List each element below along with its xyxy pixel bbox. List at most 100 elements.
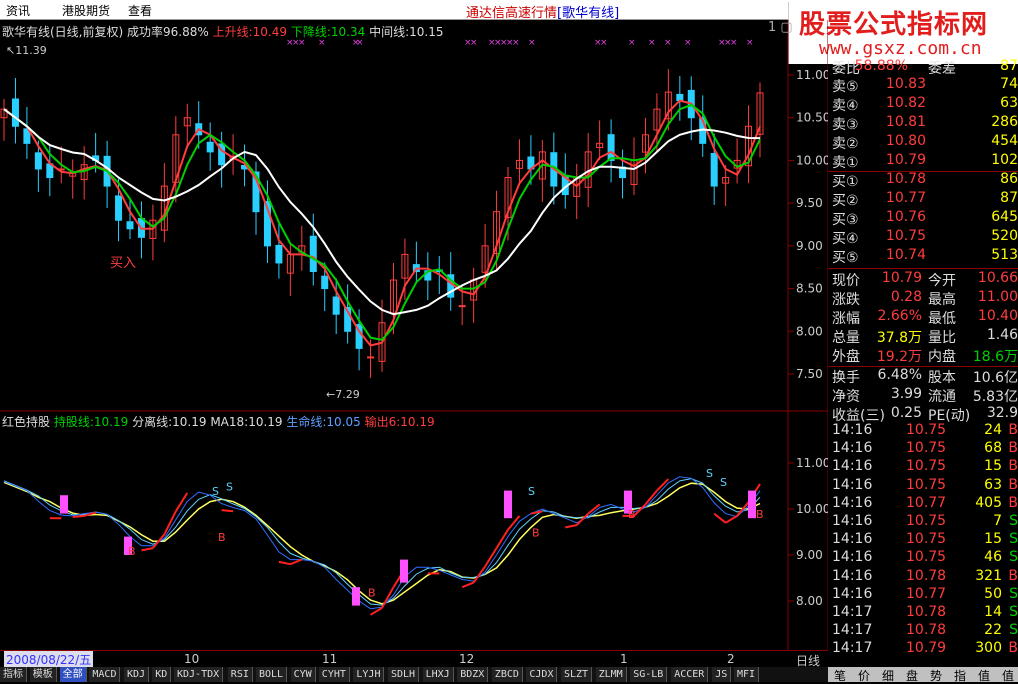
high-price-marker: ↖11.39 [6, 44, 47, 57]
right-panel-tab[interactable]: 细 [882, 667, 894, 684]
x-label: 11 [322, 652, 338, 666]
x-label: 10 [184, 652, 200, 666]
indicator-tab[interactable]: LHXJ [422, 667, 454, 682]
tick-price: 10.75 [906, 440, 947, 457]
buy-signal-label: B [532, 527, 540, 540]
x-label: 12 [459, 652, 475, 666]
buy-signal-label: B [368, 586, 376, 599]
sell-signal-label: S [720, 476, 727, 489]
menu-item-info[interactable]: 资讯 [6, 2, 30, 19]
menu-item-hk-futures[interactable]: 港股期货 [62, 2, 110, 19]
indicator-tab[interactable]: ACCER [671, 667, 709, 682]
tick-side: B [1008, 422, 1018, 438]
indicator-tab[interactable]: LYJH [353, 667, 385, 682]
level-price: 10.78 [885, 171, 926, 187]
indicator-tab[interactable]: ZBCD [491, 667, 523, 682]
tick-side: B [1008, 458, 1018, 475]
success-rate: 成功率96.88% [127, 25, 209, 39]
level-label: 卖③ [832, 117, 859, 133]
sell-level-row: 卖④ 10.82 63 [828, 95, 1018, 114]
indicator-tab[interactable]: BDZX [457, 667, 489, 682]
right-panel-tab[interactable]: 势 [930, 667, 942, 684]
signal-marker: × [664, 38, 672, 48]
up-line-value: 上升线:10.49 [212, 25, 288, 39]
y-tick-label: 10.00 [796, 502, 828, 516]
right-panel-tab[interactable]: 盘 [906, 667, 918, 684]
hold-line-segment [381, 586, 395, 609]
indicator-tab[interactable]: KD [152, 667, 172, 682]
indicator-tabs: 指标 模板 全部 MACD KDJ KD KDJ-TDX RSI BOLL CYW CYHT LYJH… [0, 667, 828, 682]
candle-body [710, 152, 718, 187]
indicator-tab[interactable]: CJDX [526, 667, 558, 682]
stock-link[interactable]: [歌华有线] [557, 6, 619, 21]
y-tick-label: 10.50 [796, 111, 828, 125]
signal-marker: × [528, 38, 536, 48]
candle-body [607, 134, 615, 161]
chart-area[interactable]: 11.00 10.50 10.00 9.50 9.00 8.50 8.00 7.50 ↖11.3… [0, 20, 828, 650]
right-panel-tab[interactable]: 值 [978, 667, 990, 684]
indicator-tab[interactable]: RSI [227, 667, 253, 682]
stat-row: 现价 10.79 今开 10.66 [828, 270, 1018, 289]
tick-row: 14:16 10.75 63 B [828, 477, 1018, 495]
stat-value: 5.83亿 [972, 389, 1018, 405]
signal-marker: × [470, 38, 478, 48]
indicator-tab[interactable]: 全部 [59, 667, 87, 682]
stat-value: 10.66 [977, 270, 1018, 286]
indicator-tab[interactable]: CYHT [318, 667, 350, 682]
tick-volume: 63 [984, 476, 1002, 493]
right-panel-tab[interactable]: 指 [954, 667, 966, 684]
stat-value: 11.00 [977, 289, 1018, 305]
indicator-tab[interactable]: KDJ-TDX [174, 667, 224, 682]
right-panel-tab[interactable]: 价 [858, 667, 870, 684]
sell-signal-label: S [706, 467, 713, 480]
candle-body [458, 305, 466, 308]
stat-row: 涨跌 0.28 最高 11.00 [828, 289, 1018, 308]
y-tick-label: 8.50 [796, 282, 823, 296]
signal-bar [352, 587, 360, 606]
tick-time: 14:16 [832, 440, 873, 457]
indicator-tab[interactable]: ZLMM [595, 667, 627, 682]
tick-volume: 15 [984, 531, 1002, 548]
indicator-tab[interactable]: MFI [734, 667, 760, 682]
candle-body [126, 221, 134, 230]
stat-label: 现价 [832, 273, 860, 289]
indicator-tab[interactable]: SLZT [561, 667, 593, 682]
hold-line-segment [530, 510, 543, 515]
indicator-tab[interactable]: KDJ [124, 667, 150, 682]
level-label: 卖① [832, 155, 859, 171]
sell-level-row: 卖① 10.79 102 [828, 152, 1018, 171]
level-volume: 513 [991, 247, 1018, 263]
menu-item-view[interactable]: 查看 [128, 2, 152, 19]
indicator-tab[interactable]: CYW [290, 667, 316, 682]
tick-time: 14:16 [832, 585, 873, 602]
window-controls[interactable]: 1 ▢ [768, 20, 793, 35]
indicator-tab[interactable]: 模板 [29, 667, 57, 682]
indicator-tab[interactable]: SDLH [388, 667, 420, 682]
indicator-tab[interactable]: JS [712, 667, 732, 682]
level-label: 买① [832, 174, 859, 190]
indicator-tab[interactable]: BOLL [256, 667, 288, 682]
hold-line-segment [72, 514, 85, 519]
stat-value: 87 [1000, 58, 1018, 74]
signal-bar [748, 490, 756, 519]
right-panel-tab[interactable]: 值 [1002, 667, 1014, 684]
stat-label: 换手 [832, 370, 860, 386]
level-volume: 454 [991, 133, 1018, 149]
hold-line-segment [576, 512, 589, 526]
indicator-tab[interactable]: 指标 [0, 667, 27, 682]
signal-marker: × [684, 38, 692, 48]
indicator-tab[interactable]: SG-LB [630, 667, 668, 682]
sell-level-row: 卖② 10.80 454 [828, 133, 1018, 152]
ma18-value: MA18:10.19 [210, 415, 283, 429]
sub-chart-header: 红色持股 持股线:10.19 分离线:10.19 MA18:10.19 生命线:… [2, 413, 435, 430]
down-line-value: 下降线:10.34 [290, 25, 366, 39]
level-volume: 645 [991, 209, 1018, 225]
right-panel-tab[interactable]: 笔 [834, 667, 846, 684]
tick-row: 14:17 10.78 22 S [828, 622, 1018, 640]
tick-volume: 300 [975, 640, 1002, 657]
indicator-tab[interactable]: MACD [89, 667, 121, 682]
buy-signal-label: 买入 [110, 256, 136, 271]
hold-line-segment [461, 581, 475, 589]
y-tick-label: 10.00 [796, 153, 828, 167]
stat-value: 10.40 [977, 308, 1018, 324]
